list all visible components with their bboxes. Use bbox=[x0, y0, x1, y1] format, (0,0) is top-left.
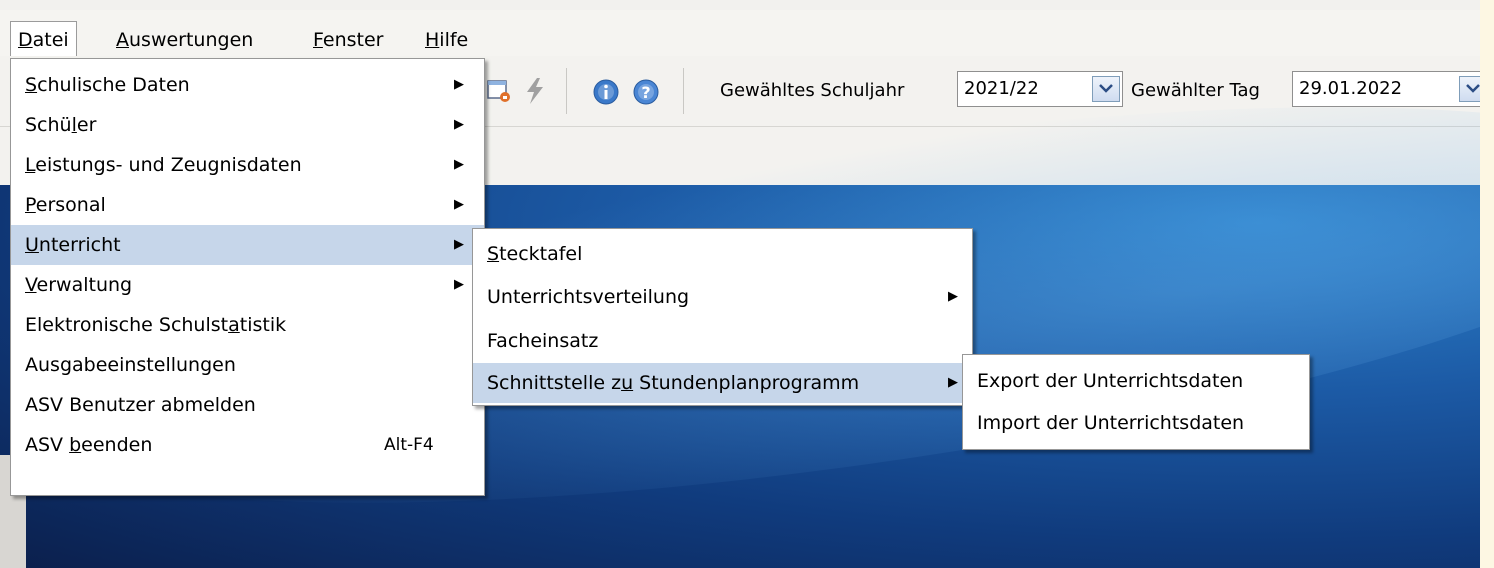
menu-item-unterricht[interactable]: Unterricht ▶ bbox=[11, 225, 484, 265]
menu-datei[interactable]: Datei bbox=[10, 21, 77, 58]
submenu-arrow-icon: ▶ bbox=[454, 157, 464, 172]
lightning-icon[interactable] bbox=[522, 76, 548, 106]
menubar: Datei Auswertungen Fenster Hilfe bbox=[0, 10, 1480, 58]
menu-item-elektronische-schulstatistik[interactable]: Elektronische Schulstatistik bbox=[11, 305, 484, 345]
submenu-arrow-icon: ▶ bbox=[454, 197, 464, 212]
menu-item-asv-benutzer-abmelden[interactable]: ASV Benutzer abmelden bbox=[11, 385, 484, 425]
tag-label: Gewählter Tag bbox=[1131, 80, 1260, 101]
menu-item-export-unterrichtsdaten[interactable]: Export der Unterrichtsdaten bbox=[963, 361, 1309, 401]
menu-item-unterrichtsverteilung[interactable]: Unterrichtsverteilung ▶ bbox=[473, 277, 972, 317]
toolbar-separator bbox=[683, 68, 684, 114]
toolbar-separator bbox=[566, 68, 567, 114]
svg-text:?: ? bbox=[641, 83, 650, 102]
schnittstelle-submenu: Export der Unterrichtsdaten Import der U… bbox=[962, 354, 1310, 450]
tag-value: 29.01.2022 bbox=[1299, 78, 1403, 99]
menu-item-asv-beenden[interactable]: ASV beenden Alt-F4 bbox=[11, 425, 484, 465]
window-right-border bbox=[1480, 0, 1494, 568]
menu-hilfe[interactable]: Hilfe bbox=[418, 22, 475, 58]
chevron-down-icon bbox=[1099, 84, 1113, 93]
unterricht-submenu: Stecktafel Unterrichtsverteilung ▶ Fachei… bbox=[472, 228, 973, 406]
schuljahr-combobox[interactable]: 2021/22 bbox=[957, 71, 1123, 107]
accelerator-label: Alt-F4 bbox=[384, 435, 434, 455]
submenu-arrow-icon: ▶ bbox=[948, 375, 958, 390]
document-lock-icon[interactable] bbox=[486, 78, 512, 104]
chevron-down-icon bbox=[1466, 84, 1480, 93]
submenu-arrow-icon: ▶ bbox=[454, 117, 464, 132]
menu-item-verwaltung[interactable]: Verwaltung ▶ bbox=[11, 265, 484, 305]
menu-item-stecktafel[interactable]: Stecktafel bbox=[473, 234, 972, 274]
tag-combobox[interactable]: 29.01.2022 bbox=[1292, 71, 1480, 107]
schuljahr-value: 2021/22 bbox=[964, 78, 1039, 99]
info-icon[interactable] bbox=[592, 78, 620, 106]
menu-item-ausgabeeinstellungen[interactable]: Ausgabeeinstellungen bbox=[11, 345, 484, 385]
submenu-arrow-icon: ▶ bbox=[454, 277, 464, 292]
menu-item-schulische-daten[interactable]: Schulische Daten ▶ bbox=[11, 65, 484, 105]
menu-item-schueler[interactable]: Schüler ▶ bbox=[11, 105, 484, 145]
submenu-arrow-icon: ▶ bbox=[454, 77, 464, 92]
menu-item-import-unterrichtsdaten[interactable]: Import der Unterrichtsdaten bbox=[963, 403, 1309, 443]
schuljahr-dropdown-button[interactable] bbox=[1092, 76, 1120, 102]
menu-auswertungen[interactable]: Auswertungen bbox=[109, 22, 260, 58]
menu-item-personal[interactable]: Personal ▶ bbox=[11, 185, 484, 225]
help-icon[interactable]: ? bbox=[632, 78, 660, 106]
menu-fenster[interactable]: Fenster bbox=[306, 22, 390, 58]
menu-item-schnittstelle-stundenplan[interactable]: Schnittstelle zu Stundenplanprogramm ▶ bbox=[473, 363, 972, 403]
submenu-arrow-icon: ▶ bbox=[948, 289, 958, 304]
menu-item-facheinsatz[interactable]: Facheinsatz bbox=[473, 321, 972, 361]
submenu-arrow-icon: ▶ bbox=[454, 237, 464, 252]
tag-dropdown-button[interactable] bbox=[1459, 76, 1480, 102]
app-window: Datei Auswertungen Fenster Hilfe ? Gewäh bbox=[0, 0, 1480, 568]
datei-menu: Schulische Daten ▶ Schüler ▶ Leistungs- un… bbox=[10, 58, 485, 496]
menu-item-leistungs-und-zeugnisdaten[interactable]: Leistungs- und Zeugnisdaten ▶ bbox=[11, 145, 484, 185]
schuljahr-label: Gewähltes Schuljahr bbox=[720, 80, 905, 101]
